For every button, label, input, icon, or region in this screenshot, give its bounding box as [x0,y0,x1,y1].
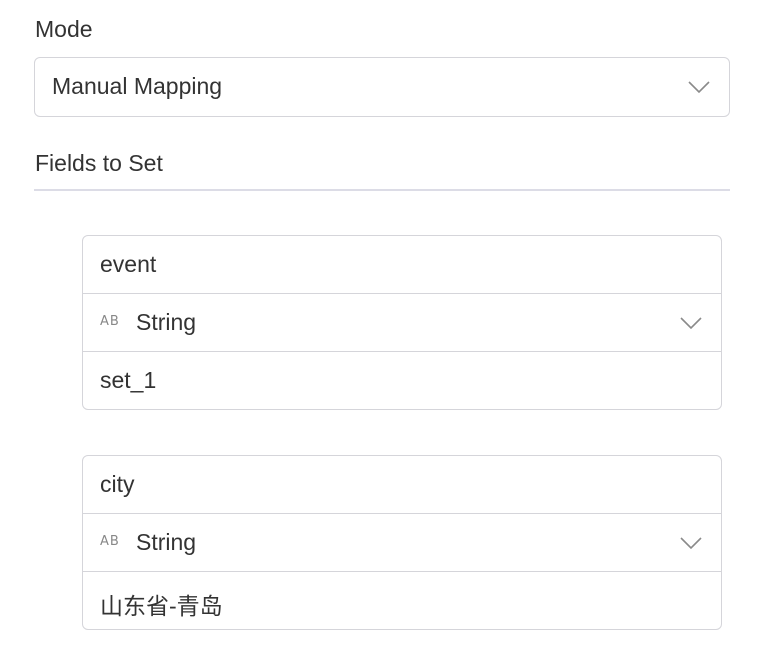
field-name-input[interactable]: event [83,236,721,294]
field-card: event AB String set_1 [82,235,722,410]
field-value-input[interactable]: 山东省-青岛 [83,572,721,629]
chevron-down-icon [680,317,702,330]
field-value-text: set_1 [100,367,157,393]
section-divider [34,189,730,191]
field-name-input[interactable]: city [83,456,721,514]
chevron-down-icon [680,537,702,550]
node-parameters-panel: Mode Manual Mapping Fields to Set event … [0,0,765,655]
mode-select[interactable]: Manual Mapping [34,57,730,117]
field-name-value: city [100,471,135,497]
field-value-input[interactable]: set_1 [83,352,721,409]
field-card: city AB String 山东省-青岛 [82,455,722,630]
mode-selected-value: Manual Mapping [52,73,223,99]
field-type-value: String [136,309,197,335]
field-type-select[interactable]: AB String [83,294,721,352]
field-type-select[interactable]: AB String [83,514,721,572]
string-type-icon: AB [100,534,120,549]
chevron-down-icon [688,81,710,94]
field-type-value: String [136,529,197,555]
mode-label: Mode [35,16,93,42]
field-name-value: event [100,251,157,277]
fields-to-set-title: Fields to Set [35,150,163,176]
field-value-text: 山东省-青岛 [100,593,223,619]
string-type-icon: AB [100,314,120,329]
